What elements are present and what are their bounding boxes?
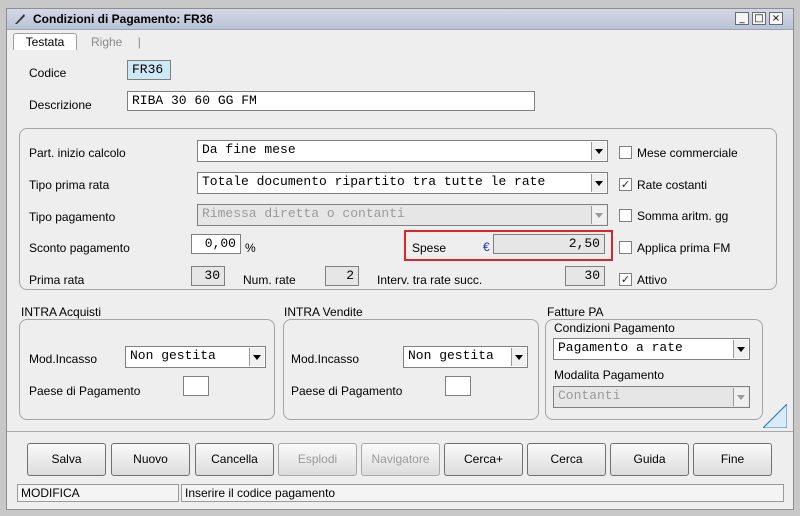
codice-label: Codice	[29, 66, 67, 80]
sconto-field[interactable]: 0,00	[191, 234, 241, 254]
cerca-button[interactable]: Cerca	[527, 443, 606, 476]
tab-testata[interactable]: Testata	[13, 33, 77, 50]
attivo-checkbox[interactable]: ✓	[619, 273, 632, 286]
intra-acquisti-group	[19, 319, 275, 420]
num-rate-label: Num. rate	[243, 273, 296, 287]
spese-field[interactable]: 2,50	[493, 234, 605, 254]
intra-vendite-title: INTRA Vendite	[284, 305, 363, 319]
intra-acquisti-paese-field[interactable]	[183, 376, 209, 396]
chevron-down-icon	[249, 348, 264, 366]
codice-field[interactable]: FR36	[127, 60, 171, 80]
rate-costanti-checkbox[interactable]: ✓	[619, 178, 632, 191]
applica-prima-fm-label: Applica prima FM	[637, 241, 731, 255]
guida-button[interactable]: Guida	[610, 443, 689, 476]
divider	[7, 431, 793, 432]
fatture-pa-cond-select[interactable]: Pagamento a rate	[553, 338, 750, 360]
fatture-pa-cond-label: Condizioni Pagamento	[554, 321, 675, 335]
minimize-button[interactable]: _	[735, 12, 749, 25]
part-inizio-label: Part. inizio calcolo	[29, 146, 126, 160]
intra-vendite-mod-value: Non gestita	[408, 348, 494, 363]
interv-field[interactable]: 30	[565, 266, 605, 286]
mese-commerciale-label: Mese commerciale	[637, 146, 738, 160]
fatture-pa-mod-select: Contanti	[553, 386, 750, 408]
title-bar: Condizioni di Pagamento: FR36 _ □ ×	[7, 9, 793, 30]
status-message: Inserire il codice pagamento	[181, 484, 784, 502]
status-mode: MODIFICA	[17, 484, 179, 502]
navigatore-button[interactable]: Navigatore	[361, 443, 440, 476]
chevron-down-icon	[591, 206, 606, 224]
fatture-pa-mod-label: Modalita Pagamento	[554, 368, 665, 382]
intra-vendite-paese-label: Paese di Pagamento	[291, 384, 403, 398]
intra-acquisti-mod-label: Mod.Incasso	[29, 352, 98, 366]
window-title: Condizioni di Pagamento: FR36	[33, 12, 214, 26]
intra-acquisti-title: INTRA Acquisti	[21, 305, 102, 319]
payment-conditions-window: Condizioni di Pagamento: FR36 _ □ × Test…	[6, 8, 794, 510]
fatture-pa-title: Fatture PA	[547, 305, 604, 319]
intra-vendite-paese-field[interactable]	[445, 376, 471, 396]
tab-righe[interactable]: Righe |	[91, 34, 155, 50]
tipo-pagamento-select: Rimessa diretta o contanti	[197, 204, 608, 226]
intra-acquisti-mod-select[interactable]: Non gestita	[125, 346, 266, 368]
fine-button[interactable]: Fine	[693, 443, 772, 476]
page-fold-icon[interactable]	[763, 404, 787, 428]
somma-aritm-checkbox[interactable]	[619, 209, 632, 222]
chevron-down-icon	[591, 174, 606, 192]
salva-button[interactable]: Salva	[27, 443, 106, 476]
interv-label: Interv. tra rate succ.	[377, 273, 483, 287]
close-button[interactable]: ×	[769, 12, 783, 25]
cancella-button[interactable]: Cancella	[195, 443, 274, 476]
tipo-prima-rata-select[interactable]: Totale documento ripartito tra tutte le …	[197, 172, 608, 194]
fatture-pa-cond-value: Pagamento a rate	[558, 340, 683, 355]
attivo-label: Attivo	[637, 273, 668, 287]
tipo-pagamento-label: Tipo pagamento	[29, 210, 116, 224]
descrizione-field[interactable]: RIBA 30 60 GG FM	[127, 91, 535, 111]
cerca-plus-button[interactable]: Cerca+	[444, 443, 523, 476]
intra-acquisti-mod-value: Non gestita	[130, 348, 216, 363]
tab-testata-label: Testata	[25, 35, 65, 49]
intra-vendite-mod-label: Mod.Incasso	[291, 352, 360, 366]
maximize-button[interactable]: □	[752, 12, 766, 25]
euro-icon: €	[483, 240, 490, 254]
prima-rata-label: Prima rata	[29, 273, 85, 287]
descrizione-label: Descrizione	[29, 98, 92, 112]
intra-vendite-group	[283, 319, 539, 420]
feather-icon	[15, 14, 25, 24]
intra-acquisti-paese-label: Paese di Pagamento	[29, 384, 141, 398]
tipo-prima-rata-label: Tipo prima rata	[29, 178, 110, 192]
nuovo-button[interactable]: Nuovo	[111, 443, 190, 476]
num-rate-field[interactable]: 2	[325, 266, 359, 286]
chevron-down-icon	[591, 142, 606, 160]
sconto-unit: %	[245, 241, 256, 255]
rate-costanti-label: Rate costanti	[637, 178, 708, 192]
tipo-prima-rata-value: Totale documento ripartito tra tutte le …	[202, 174, 546, 189]
mese-commerciale-checkbox[interactable]	[619, 146, 632, 159]
applica-prima-fm-checkbox[interactable]	[619, 241, 632, 254]
part-inizio-value: Da fine mese	[202, 142, 296, 157]
tipo-pagamento-value: Rimessa diretta o contanti	[202, 206, 405, 221]
somma-aritm-label: Somma aritm. gg	[637, 209, 729, 223]
sconto-label: Sconto pagamento	[29, 241, 130, 255]
chevron-down-icon	[733, 388, 748, 406]
esplodi-button[interactable]: Esplodi	[278, 443, 357, 476]
intra-vendite-mod-select[interactable]: Non gestita	[403, 346, 528, 368]
spese-label: Spese	[412, 241, 447, 255]
tab-righe-label: Righe	[91, 35, 123, 49]
chevron-down-icon	[511, 348, 526, 366]
part-inizio-select[interactable]: Da fine mese	[197, 140, 608, 162]
prima-rata-field[interactable]: 30	[191, 266, 225, 286]
fatture-pa-mod-value: Contanti	[558, 388, 621, 403]
chevron-down-icon	[733, 340, 748, 358]
